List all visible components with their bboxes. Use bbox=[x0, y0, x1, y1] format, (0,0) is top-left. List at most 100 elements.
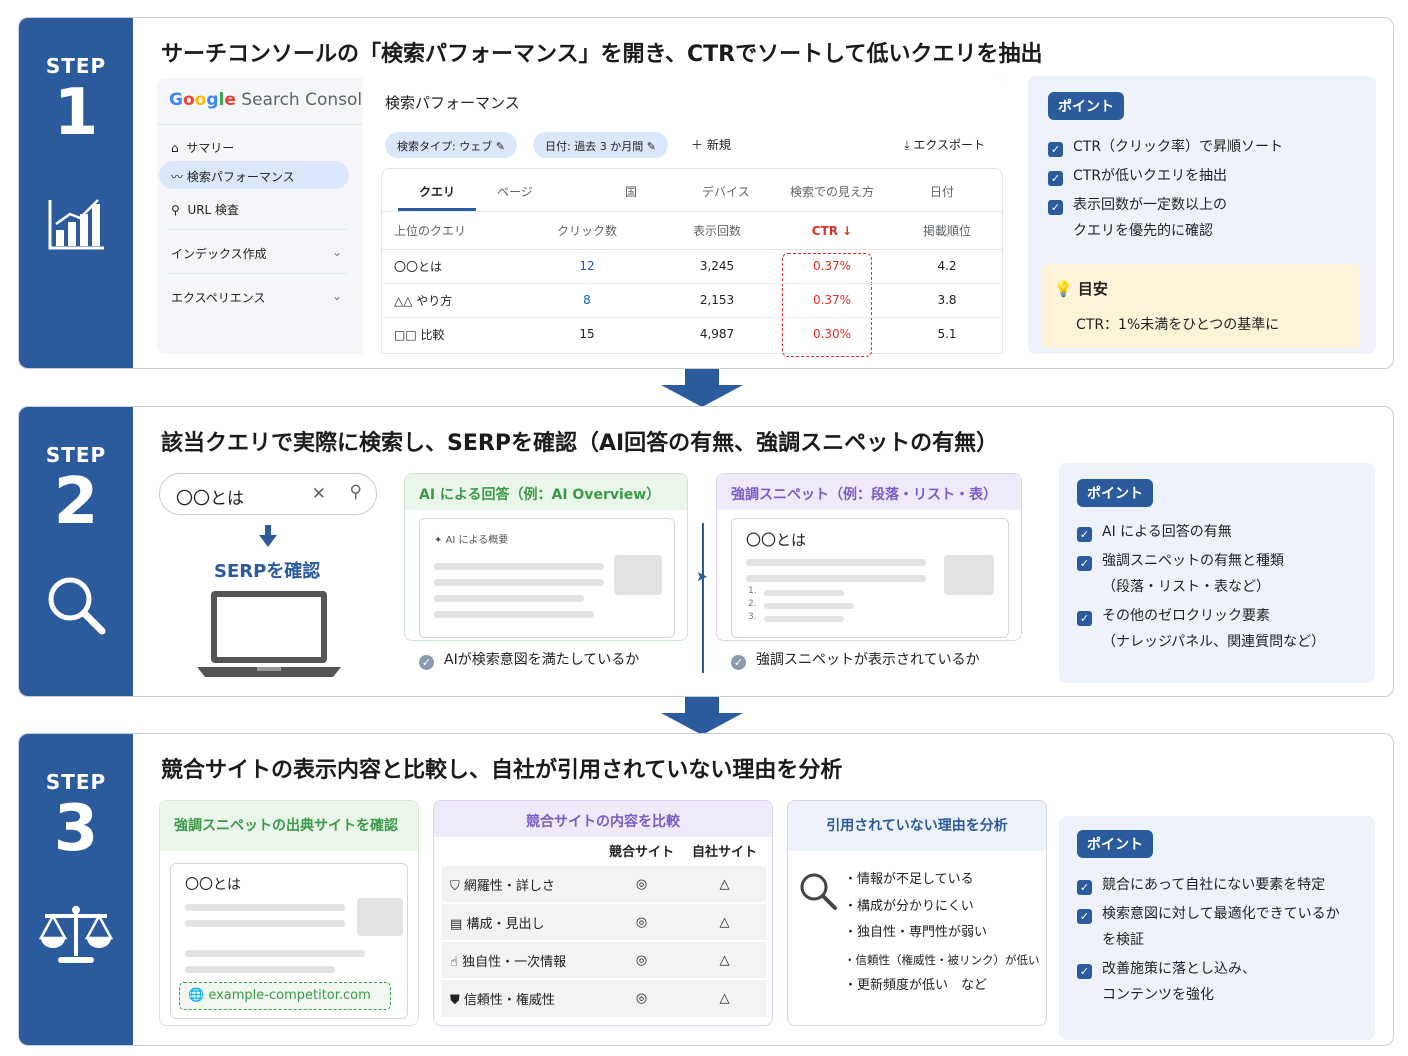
export-button[interactable]: ⤓ エクスポート bbox=[904, 136, 985, 153]
sparkle-icon: ✦ bbox=[434, 535, 443, 546]
close-icon[interactable]: ✕ bbox=[312, 484, 326, 504]
point-item-text: 改善施策に落とし込み、 bbox=[1102, 961, 1256, 977]
point-item-continued: を検証 bbox=[1102, 932, 1144, 948]
ai-answer-panel: AI による回答（例：AI Overview） ✦ AI による概要 bbox=[404, 473, 688, 641]
divider bbox=[382, 211, 1002, 212]
featured-snippet-card: 〇〇とは 1. 2. 3. bbox=[731, 518, 1009, 638]
col-own-site: 自社サイト bbox=[691, 845, 757, 860]
query-table: 上位のクエリ クリック数 表示回数 CTR ↓ 掲載順位 〇〇とは 12 3,2… bbox=[382, 213, 1002, 351]
col-query[interactable]: 上位のクエリ bbox=[382, 213, 512, 249]
magnifier-icon bbox=[800, 873, 837, 910]
tab-device[interactable]: デバイス bbox=[702, 183, 750, 200]
cell-ctr: 0.30% bbox=[812, 327, 852, 342]
tab-date[interactable]: 日付 bbox=[930, 183, 954, 200]
text-placeholder bbox=[185, 950, 365, 957]
cell-competitor: ◎ bbox=[635, 991, 648, 1006]
tabs: クエリ ページ 国 デバイス 検索での見え方 日付 bbox=[382, 169, 1002, 211]
blank-header bbox=[442, 837, 600, 865]
search-input[interactable]: 〇〇とは ✕ ⚲ bbox=[159, 473, 377, 515]
tab-search-appearance[interactable]: 検索での見え方 bbox=[790, 183, 874, 200]
table-row: ⛊ 信頼性・権威性 ◎ △ bbox=[442, 979, 766, 1017]
down-arrow-icon bbox=[661, 697, 743, 735]
cell-query: △△ やり方 bbox=[394, 293, 453, 308]
sidebar-item-performance[interactable]: 〰 検索パフォーマンス bbox=[159, 161, 349, 189]
point-item-continued: クエリを優先的に確認 bbox=[1073, 223, 1213, 239]
check-circle-icon: ✓ bbox=[731, 655, 746, 670]
point-item: ✓ AI による回答の有無 bbox=[1077, 519, 1232, 545]
sidebar-item-label: エクスペリエンス bbox=[171, 291, 266, 305]
sidebar-item-indexing[interactable]: インデックス作成 ⌄ bbox=[157, 237, 352, 267]
filter-chip-date[interactable]: 日付: 過去 3 か月間 ✎ bbox=[533, 132, 668, 158]
point-item: ✓ CTR（クリック率）で昇順ソート bbox=[1048, 134, 1283, 160]
new-filter-button[interactable]: ＋ 新規 bbox=[691, 136, 731, 153]
sidebar-item-label: インデックス作成 bbox=[171, 247, 267, 261]
google-logo: Google bbox=[169, 90, 236, 110]
source-card-title: 〇〇とは bbox=[185, 877, 241, 893]
compare-row-label: ⛉ 網羅性・詳しさ bbox=[442, 865, 600, 903]
step-title: 競合サイトの表示内容と比較し、自社が引用されていない理由を分析 bbox=[161, 758, 843, 783]
point-item-text: CTR（クリック率）で昇順ソート bbox=[1073, 139, 1284, 155]
source-url-link[interactable]: 🌐 example-competitor.com bbox=[179, 982, 391, 1010]
checkbox-icon: ✓ bbox=[1077, 880, 1092, 895]
edit-icon: ✎ bbox=[646, 140, 656, 153]
snippet-list: 1. 2. 3. bbox=[748, 585, 757, 624]
sidebar-item-experience[interactable]: エクスペリエンス ⌄ bbox=[157, 281, 352, 311]
tab-page[interactable]: ページ bbox=[497, 183, 533, 200]
cell-competitor: ◎ bbox=[635, 876, 648, 892]
laptop-icon bbox=[197, 591, 341, 677]
cell-own-site: △ bbox=[719, 914, 730, 930]
table-row[interactable]: 〇〇とは 12 3,245 0.37% 4.2 bbox=[382, 249, 1002, 283]
image-placeholder bbox=[614, 555, 662, 595]
point-item-text: 表示回数が一定数以上の bbox=[1073, 197, 1227, 213]
sidebar-item-summary[interactable]: ⌂ サマリー bbox=[157, 131, 362, 161]
sidebar-item-label: 検索パフォーマンス bbox=[186, 170, 295, 184]
edit-icon: ✎ bbox=[495, 140, 505, 153]
search-icon[interactable]: ⚲ bbox=[350, 482, 362, 502]
cell-impressions: 2,153 bbox=[699, 293, 735, 307]
table-row: ☝ 独自性・一次情報 ◎ △ bbox=[442, 941, 766, 979]
lightbulb-icon: 💡 bbox=[1054, 280, 1073, 298]
text-placeholder bbox=[434, 611, 594, 618]
checkbox-icon: ✓ bbox=[1077, 964, 1092, 979]
reason-list: ・情報が不足している ・構成が分かりにくい ・独自性・専門性が弱い ・信頼性（権… bbox=[844, 867, 1040, 1000]
ai-overview-label-text: AI による概要 bbox=[445, 535, 509, 546]
point-item-text: AI による回答の有無 bbox=[1102, 524, 1232, 540]
reason-panel: 引用されていない理由を分析 ・情報が不足している ・構成が分かりにくい ・独自性… bbox=[787, 800, 1047, 1026]
step-1-sidebar: STEP 1 bbox=[19, 18, 133, 368]
reason-header: 引用されていない理由を分析 bbox=[788, 801, 1046, 851]
chevron-down-icon: ⌄ bbox=[331, 245, 342, 259]
sidebar-item-url-inspection[interactable]: ⚲ URL 検査 bbox=[157, 193, 362, 223]
point-item-text: 検索意図に対して最適化できているか bbox=[1102, 906, 1340, 922]
col-impressions[interactable]: 表示回数 bbox=[662, 213, 772, 249]
point-item: ✓ 強調スニペットの有無と種類 bbox=[1077, 548, 1284, 574]
table-row[interactable]: △△ やり方 8 2,153 0.37% 3.8 bbox=[382, 283, 1002, 317]
compare-header-row: 競合サイト 自社サイト bbox=[442, 837, 766, 865]
point-panel: ポイント ✓ AI による回答の有無 ✓ 強調スニペットの有無と種類 （段落・リスト… bbox=[1059, 463, 1375, 683]
col-ctr[interactable]: CTR ↓ bbox=[772, 213, 892, 249]
step-number: 2 bbox=[53, 465, 99, 539]
gsc-logo-suffix: Search Console bbox=[241, 90, 373, 110]
col-position[interactable]: 掲載順位 bbox=[892, 213, 1002, 249]
source-site-panel: 強調スニペットの出典サイトを確認 〇〇とは 🌐 example-competit… bbox=[159, 800, 419, 1026]
source-site-card: 〇〇とは 🌐 example-competitor.com bbox=[170, 863, 408, 1019]
checkbox-icon: ✓ bbox=[1048, 200, 1063, 215]
tab-query[interactable]: クエリ bbox=[398, 169, 476, 211]
cell-impressions: 3,245 bbox=[699, 259, 735, 273]
cell-own-site: △ bbox=[719, 876, 730, 892]
down-arrow-icon bbox=[259, 525, 277, 547]
col-competitor: 競合サイト bbox=[608, 845, 674, 860]
cell-clicks: 12 bbox=[579, 259, 595, 273]
text-placeholder bbox=[746, 559, 926, 566]
tab-country[interactable]: 国 bbox=[625, 183, 637, 200]
point-item: ✓ その他のゼロクリック要素 bbox=[1077, 603, 1270, 629]
point-badge: ポイント bbox=[1048, 92, 1124, 120]
checkbox-icon: ✓ bbox=[1048, 171, 1063, 186]
compare-row-label: ⛊ 信頼性・権威性 bbox=[442, 979, 600, 1017]
point-item-continued: （段落・リスト・表など） bbox=[1102, 579, 1270, 595]
text-placeholder bbox=[764, 616, 844, 622]
source-url-text: example-competitor.com bbox=[208, 988, 371, 1003]
table-row[interactable]: □□ 比較 15 4,987 0.30% 5.1 bbox=[382, 317, 1002, 351]
col-clicks[interactable]: クリック数 bbox=[512, 213, 662, 249]
filter-chip-type[interactable]: 検索タイプ: ウェブ ✎ bbox=[385, 132, 517, 158]
check-circle-icon: ✓ bbox=[419, 655, 434, 670]
